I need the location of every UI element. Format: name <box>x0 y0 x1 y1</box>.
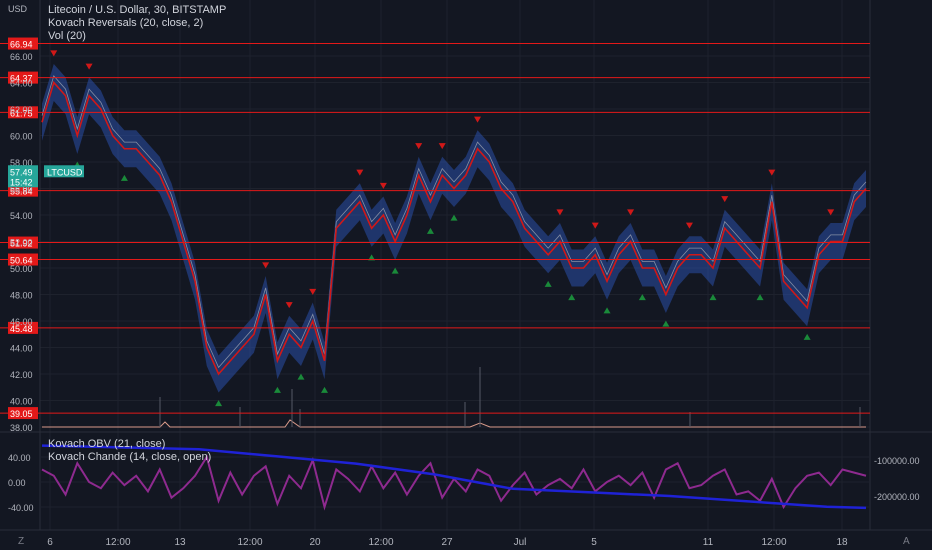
sell-marker <box>50 50 58 57</box>
level-label: 39.05 <box>10 409 33 419</box>
sell-marker <box>721 196 729 203</box>
buy-marker <box>450 214 458 221</box>
price-tick-label: 66.00 <box>10 52 33 62</box>
buy-marker <box>709 294 717 301</box>
symbol-title[interactable]: Litecoin / U.S. Dollar, 30, BITSTAMP <box>48 4 226 17</box>
sell-marker <box>556 209 564 216</box>
sell-marker <box>285 302 293 309</box>
buy-marker <box>662 320 670 327</box>
trading-chart[interactable]: 66.9464.3761.7555.8451.9250.6445.4839.05… <box>0 0 932 550</box>
price-tick-label: 42.00 <box>10 370 33 380</box>
lower-tick-label: 0.00 <box>8 478 26 488</box>
axis-unit: USD <box>8 4 28 14</box>
sell-marker <box>627 209 635 216</box>
legend-volume[interactable]: Vol (20) <box>48 30 226 43</box>
buy-marker <box>426 227 434 234</box>
price-tick-label: 60.00 <box>10 132 33 142</box>
sell-marker <box>262 262 270 269</box>
time-tick-label: Jul <box>514 537 527 548</box>
price-badge: 57.4915:42 LTCUSD <box>8 165 84 188</box>
buy-marker <box>215 400 223 407</box>
price-line <box>41 80 867 376</box>
price-tick-label: 50.00 <box>10 264 33 274</box>
sell-marker <box>591 222 599 229</box>
time-tick-label: 12:00 <box>761 537 786 548</box>
buy-marker <box>120 174 128 181</box>
ticker: LTCUSD <box>47 167 83 177</box>
price-series <box>41 75 867 376</box>
legend-kovach-chande[interactable]: Kovach Chande (14, close, open) <box>48 451 211 464</box>
price-tick-label: 64.00 <box>10 79 33 89</box>
price-tick-label: 62.00 <box>10 105 33 115</box>
time-tick-label: 12:00 <box>368 537 393 548</box>
buy-marker <box>803 333 811 340</box>
time-tick-label: 6 <box>47 537 53 548</box>
time-tick-label: 13 <box>174 537 186 548</box>
last-price: 57.49 <box>10 167 33 177</box>
sell-marker <box>438 143 446 150</box>
sell-marker <box>827 209 835 216</box>
sell-marker <box>685 222 693 229</box>
chart-legend: Litecoin / U.S. Dollar, 30, BITSTAMP Kov… <box>48 4 226 43</box>
buy-marker <box>273 386 281 393</box>
buy-marker <box>603 307 611 314</box>
timezone-icon[interactable]: Z <box>18 536 24 547</box>
time-tick-label: 27 <box>441 537 453 548</box>
buy-marker <box>297 373 305 380</box>
buy-marker <box>756 294 764 301</box>
time-tick-label: 12:00 <box>105 537 130 548</box>
time-tick-label: 11 <box>703 537 714 548</box>
legend-kovach-reversals[interactable]: Kovach Reversals (20, close, 2) <box>48 17 226 30</box>
sell-marker <box>474 116 482 123</box>
buy-marker <box>638 294 646 301</box>
lower-tick-label: 40.00 <box>8 453 31 463</box>
time-tick-label: 18 <box>836 537 848 548</box>
volume-bars <box>42 367 866 428</box>
sell-marker <box>85 63 93 70</box>
buy-marker <box>391 267 399 274</box>
price-tick-label: 40.00 <box>10 397 33 407</box>
obv-tick-label: -200000.00 <box>874 492 920 502</box>
price-tick-label: 54.00 <box>10 211 33 221</box>
price-tick-label: 48.00 <box>10 291 33 301</box>
time-tick-label: 5 <box>591 537 597 548</box>
time-axis[interactable]: 6 12:00 13 12:00 20 12:00 27 Jul 5 11 12:00 18 <box>47 537 848 548</box>
reversal-band <box>42 63 866 393</box>
obv-tick-label: -100000.00 <box>874 456 920 466</box>
volume-ma <box>42 419 866 428</box>
reversal-markers <box>50 50 835 407</box>
countdown: 15:42 <box>10 177 33 187</box>
legend-kovach-obv[interactable]: Kovach OBV (21, close) <box>48 438 211 451</box>
buy-marker <box>568 294 576 301</box>
buy-marker <box>321 386 329 393</box>
time-tick-label: 12:00 <box>237 537 262 548</box>
sell-marker <box>415 143 423 150</box>
time-tick-label: 20 <box>309 537 321 548</box>
buy-marker <box>544 280 552 287</box>
price-tick-label: 46.00 <box>10 317 33 327</box>
price-tick-label: 52.00 <box>10 238 33 248</box>
sell-marker <box>356 169 364 176</box>
auto-scale-icon[interactable]: A <box>903 536 910 547</box>
price-axis[interactable]: 66.0064.0062.0060.0058.0056.0054.0052.00… <box>10 52 33 433</box>
price-wick-line <box>41 75 867 369</box>
reversal-bands <box>42 63 866 393</box>
lower-legend: Kovach OBV (21, close) Kovach Chande (14… <box>48 438 211 464</box>
price-tick-label: 44.00 <box>10 344 33 354</box>
level-label: 66.94 <box>10 40 33 50</box>
price-tick-label: 38.00 <box>10 423 33 433</box>
lower-tick-label: -40.00 <box>8 503 34 513</box>
